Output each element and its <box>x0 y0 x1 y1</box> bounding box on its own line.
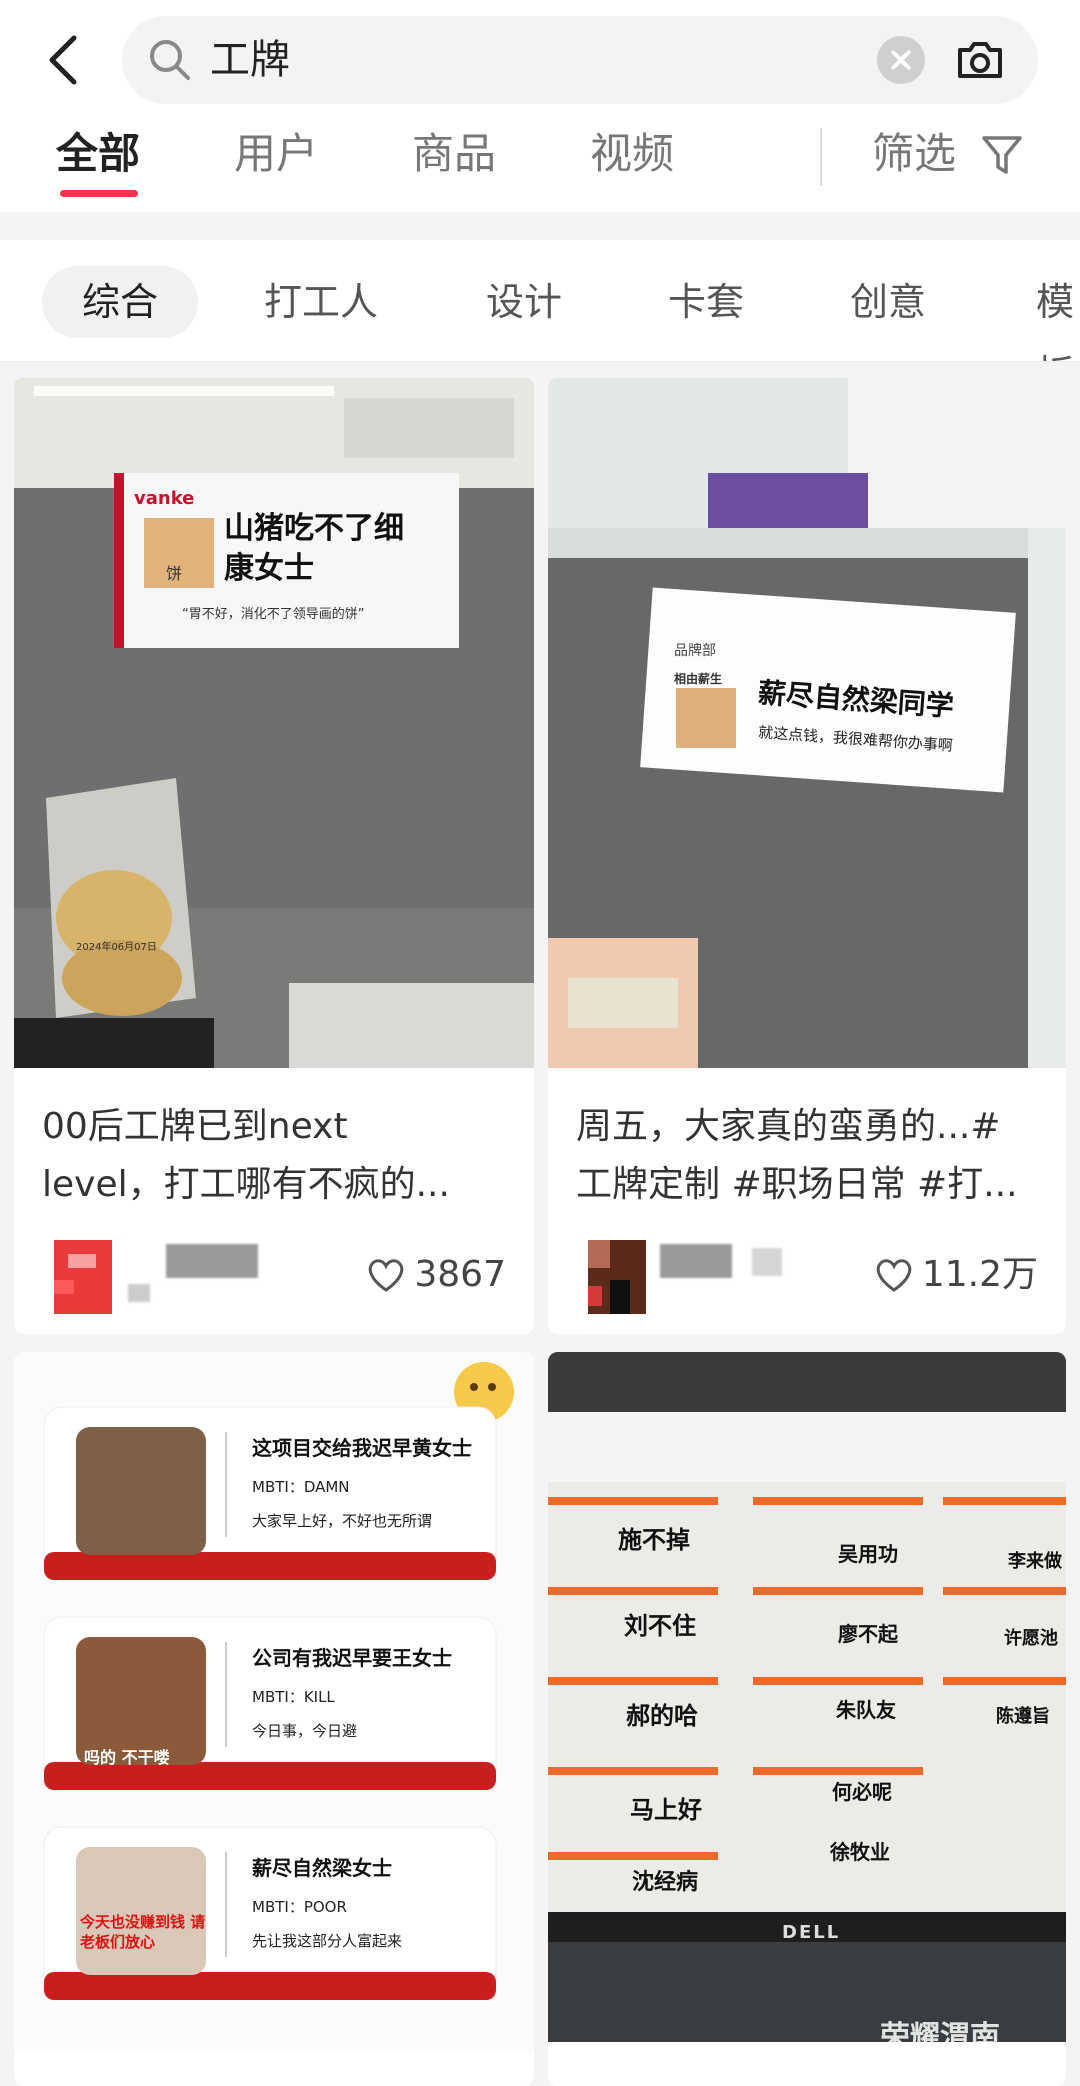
tab-videos[interactable]: 视频 <box>590 124 674 184</box>
sign-department: 品牌部 <box>674 643 716 659</box>
post-title-line1: 00后工牌已到next <box>42 1106 348 1147</box>
likes-value: 3867 <box>414 1254 506 1295</box>
category-chips: 综合 打工人 设计 卡套 创意 模板 <box>0 240 1080 362</box>
result-card[interactable]: 这项目交给我迟早黄女士 MBTI：DAMN 大家早上好，不好也无所谓 公司有我迟… <box>14 1352 534 2086</box>
username-blurred[interactable] <box>660 1244 732 1278</box>
heart-icon[interactable] <box>366 1255 406 1295</box>
sign-subtitle: “胃不好，消化不了领导画的饼” <box>182 607 365 622</box>
photo-caption: 吗的 不干喽 <box>84 1748 170 1767</box>
search-bar[interactable]: 工牌 <box>122 16 1038 104</box>
avatar[interactable] <box>588 1240 646 1314</box>
sign-brand: vanke <box>134 488 195 509</box>
monitor-brand: DELL <box>782 1922 841 1943</box>
chip-template[interactable]: 模板 <box>1036 266 1080 361</box>
like-count[interactable]: 11.2万 <box>874 1250 1038 1300</box>
screen-name: 许愿池 <box>1004 1628 1058 1649</box>
section-gap <box>0 212 1080 240</box>
photo-caption: 今天也没赚到钱 请老板们放心 <box>80 1913 206 1951</box>
badge-motto: 大家早上好，不好也无所谓 <box>252 1512 433 1530</box>
likes-value: 11.2万 <box>921 1254 1038 1295</box>
divider <box>820 128 822 186</box>
sign-small-label: 相由薪生 <box>674 672 723 686</box>
filter-icon[interactable] <box>980 132 1024 178</box>
result-card[interactable]: vanke 饼 山猪吃不了细 康女士 “胃不好，消化不了领导画的饼” 2024年… <box>14 378 534 1334</box>
bag-date: 2024年06月07日 <box>76 942 157 953</box>
badge-name: 公司有我迟早要王女士 <box>252 1646 452 1670</box>
search-input[interactable]: 工牌 <box>210 32 290 88</box>
badge-motto: 今日事，今日避 <box>252 1722 358 1740</box>
username-blurred[interactable] <box>166 1244 258 1278</box>
username-blurred <box>752 1248 782 1276</box>
active-tab-indicator <box>60 190 138 197</box>
screen-name: 朱队友 <box>836 1698 896 1722</box>
tab-users[interactable]: 用户 <box>234 124 318 184</box>
like-count[interactable]: 3867 <box>366 1250 506 1300</box>
avatar[interactable] <box>54 1240 112 1314</box>
post-title-line1: 周五，大家真的蛮勇的...# <box>576 1106 1001 1147</box>
post-image <box>548 378 1066 1068</box>
screen-name: 沈经病 <box>632 1870 699 1895</box>
chip-comprehensive[interactable]: 综合 <box>42 266 199 338</box>
chip-worker[interactable]: 打工人 <box>264 266 378 338</box>
screen-name: 郝的哈 <box>626 1702 698 1730</box>
top-bar: 工牌 全部 用户 商品 视频 筛选 <box>0 0 1080 212</box>
result-tabs: 全部 用户 商品 视频 筛选 <box>0 118 1080 212</box>
chip-card-cover[interactable]: 卡套 <box>668 266 744 338</box>
screen-name: 李来做 <box>1008 1551 1062 1572</box>
post-title-line2: level，打工哪有不疯的... <box>42 1164 450 1205</box>
chip-design[interactable]: 设计 <box>486 266 562 338</box>
heart-icon[interactable] <box>874 1255 914 1295</box>
screen-name: 刘不住 <box>624 1612 696 1640</box>
back-arrow-icon[interactable] <box>40 28 90 92</box>
filter-button[interactable]: 筛选 <box>872 124 956 184</box>
watermark: 荣耀渭南 <box>880 2020 1000 2055</box>
tab-products[interactable]: 商品 <box>412 124 496 184</box>
post-meta: 11.2万 <box>548 1240 1066 1320</box>
badge-mbti: MBTI：KILL <box>252 1688 335 1706</box>
screen-name: 吴用功 <box>838 1542 898 1566</box>
screen-name: 马上好 <box>630 1796 702 1824</box>
post-meta: 3867 <box>14 1240 534 1320</box>
post-image <box>14 378 534 1068</box>
screen-name: 徐牧业 <box>830 1840 890 1864</box>
tab-all[interactable]: 全部 <box>56 124 140 184</box>
sign-sticker: 饼 <box>166 564 183 583</box>
badge-name: 这项目交给我迟早黄女士 <box>252 1436 472 1460</box>
post-title-line2: 工牌定制 #职场日常 #打... <box>576 1164 1018 1205</box>
badge-motto: 先让我这部分人富起来 <box>252 1932 403 1950</box>
clear-icon[interactable] <box>877 36 925 84</box>
badge-name: 薪尽自然梁女士 <box>252 1856 392 1880</box>
screen-name: 何必呢 <box>832 1780 892 1804</box>
screen-name: 廖不起 <box>838 1622 898 1646</box>
sign-name-line2: 康女士 <box>224 551 314 586</box>
badge-mbti: MBTI：DAMN <box>252 1478 350 1496</box>
screen-name: 施不掉 <box>618 1526 690 1554</box>
chip-creative[interactable]: 创意 <box>850 266 926 338</box>
screen-name: 陈遵旨 <box>996 1706 1050 1727</box>
result-card[interactable]: 施不掉 吴用功 李来做 刘不住 廖不起 许愿池 郝的哈 朱队友 陈遵旨 马上好 … <box>548 1352 1066 2086</box>
sign-name-line1: 山猪吃不了细 <box>224 511 404 546</box>
result-card[interactable]: 品牌部 相由薪生 薪尽自然梁同学 就这点钱，我很难帮你办事啊 周五，大家真的蛮勇… <box>548 378 1066 1334</box>
search-icon <box>150 40 190 80</box>
camera-icon[interactable] <box>952 32 1008 88</box>
username-blurred <box>128 1284 150 1302</box>
badge-mbti: MBTI：POOR <box>252 1898 347 1916</box>
